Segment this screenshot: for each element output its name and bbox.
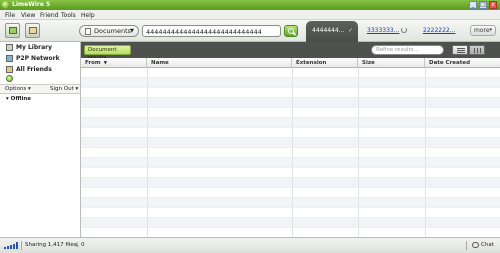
- close-button[interactable]: x: [489, 1, 497, 9]
- sign-out-button[interactable]: Sign Out ▾: [50, 86, 78, 93]
- table-view-icon: [474, 48, 482, 53]
- library-home-icon[interactable]: [5, 23, 20, 38]
- window-title: LimeWire 5: [12, 1, 51, 8]
- tab-search-3[interactable]: 2222222...: [423, 27, 455, 34]
- library-icon: [6, 44, 13, 51]
- table-row: [81, 168, 500, 178]
- column-divider: [147, 68, 148, 237]
- download-icon: ⇩: [75, 242, 81, 249]
- title-bar: LimeWire 5 _ □ x: [0, 0, 500, 10]
- friends-controls: Options ▾ Sign Out ▾: [0, 84, 80, 94]
- column-header-name[interactable]: Name: [147, 58, 292, 68]
- table-row: [81, 118, 500, 128]
- chat-icon: [472, 242, 479, 248]
- friends-group-offline[interactable]: ▾ Offline: [6, 96, 31, 103]
- tab-close-icon[interactable]: ✓: [348, 27, 353, 34]
- menu-tools[interactable]: Tools: [61, 12, 76, 19]
- table-row: [81, 188, 500, 198]
- download-manager-icon[interactable]: [25, 23, 40, 38]
- status-bar: Sharing 1,417 files ⇩ 0 Chat: [0, 237, 500, 253]
- column-divider: [425, 68, 426, 237]
- list-view-icon: [457, 48, 465, 53]
- column-header-size[interactable]: Size: [358, 58, 425, 68]
- table-row: [81, 178, 500, 188]
- table-row: [81, 98, 500, 108]
- table-row: [81, 88, 500, 98]
- search-category-select[interactable]: Documents ▼: [79, 25, 139, 37]
- table-row: [81, 208, 500, 218]
- table-row: [81, 78, 500, 88]
- more-tabs-label: more: [474, 27, 490, 34]
- connection-strength-icon[interactable]: [4, 242, 18, 249]
- sidebar-item-p2p-network[interactable]: P2P Network: [6, 54, 80, 64]
- column-header-date-created[interactable]: Date Created: [425, 58, 500, 68]
- sidebar-item-my-library[interactable]: My Library: [6, 43, 80, 53]
- sidebar-item-all-friends[interactable]: All Friends: [6, 65, 80, 75]
- loading-spinner-icon: [401, 27, 407, 33]
- table-row: [81, 198, 500, 208]
- results-table: From ▼ Name Extension Size Date Created: [81, 58, 500, 237]
- refine-results-input[interactable]: [371, 45, 444, 55]
- minimize-button[interactable]: _: [469, 1, 477, 9]
- document-results-badge[interactable]: Document results: [84, 45, 131, 61]
- table-row: [81, 148, 500, 158]
- sidebar-item-label: P2P Network: [16, 55, 60, 62]
- menu-friend[interactable]: Friend: [40, 12, 58, 19]
- table-row: [81, 128, 500, 138]
- results-header-bar: Document results: [81, 42, 500, 61]
- table-view-button[interactable]: [469, 45, 485, 55]
- tab-search-2[interactable]: 3333333...: [367, 27, 399, 34]
- friends-icon: [6, 66, 13, 73]
- download-count[interactable]: 0: [81, 242, 85, 249]
- document-icon: [85, 28, 91, 35]
- p2p-network-icon: [6, 55, 13, 62]
- left-sidebar: My Library P2P Network All Friends Optio…: [0, 42, 81, 237]
- sidebar-item-label: My Library: [16, 44, 53, 51]
- search-button[interactable]: [284, 25, 298, 37]
- column-header-extension[interactable]: Extension: [292, 58, 358, 68]
- tab-search-active[interactable]: 4444444... ✓: [306, 21, 358, 42]
- table-row: [81, 108, 500, 118]
- chevron-down-icon: ▼: [130, 28, 134, 34]
- search-category-label: Documents: [94, 27, 132, 35]
- menu-view[interactable]: View: [21, 12, 35, 19]
- table-row: [81, 218, 500, 228]
- options-button[interactable]: Options ▾: [5, 86, 31, 93]
- column-divider: [292, 68, 293, 237]
- table-header: From ▼ Name Extension Size Date Created: [81, 58, 500, 68]
- sharing-status[interactable]: Sharing 1,417 files: [25, 242, 77, 249]
- limewire-logo-icon: [2, 1, 10, 9]
- more-tabs-button[interactable]: more ▾: [470, 25, 496, 36]
- search-box[interactable]: [142, 25, 281, 37]
- menu-help[interactable]: Help: [81, 12, 95, 19]
- table-row: [81, 68, 500, 78]
- column-header-from[interactable]: From ▼: [81, 58, 147, 68]
- menu-file[interactable]: File: [5, 12, 15, 19]
- online-status-icon[interactable]: [6, 75, 13, 82]
- maximize-button[interactable]: □: [479, 1, 487, 9]
- sidebar-item-label: All Friends: [16, 66, 52, 73]
- tab-search-active-label: 4444444...: [312, 27, 345, 34]
- column-divider: [358, 68, 359, 237]
- chat-button[interactable]: Chat: [481, 242, 494, 249]
- search-input[interactable]: [146, 27, 278, 36]
- chevron-down-icon: ▾: [489, 27, 492, 33]
- menu-bar: File View Friend Tools Help: [0, 10, 500, 20]
- sort-descending-icon: ▼: [103, 61, 108, 66]
- table-row: [81, 138, 500, 148]
- list-view-button[interactable]: [452, 45, 468, 55]
- table-row: [81, 228, 500, 237]
- table-row: [81, 158, 500, 168]
